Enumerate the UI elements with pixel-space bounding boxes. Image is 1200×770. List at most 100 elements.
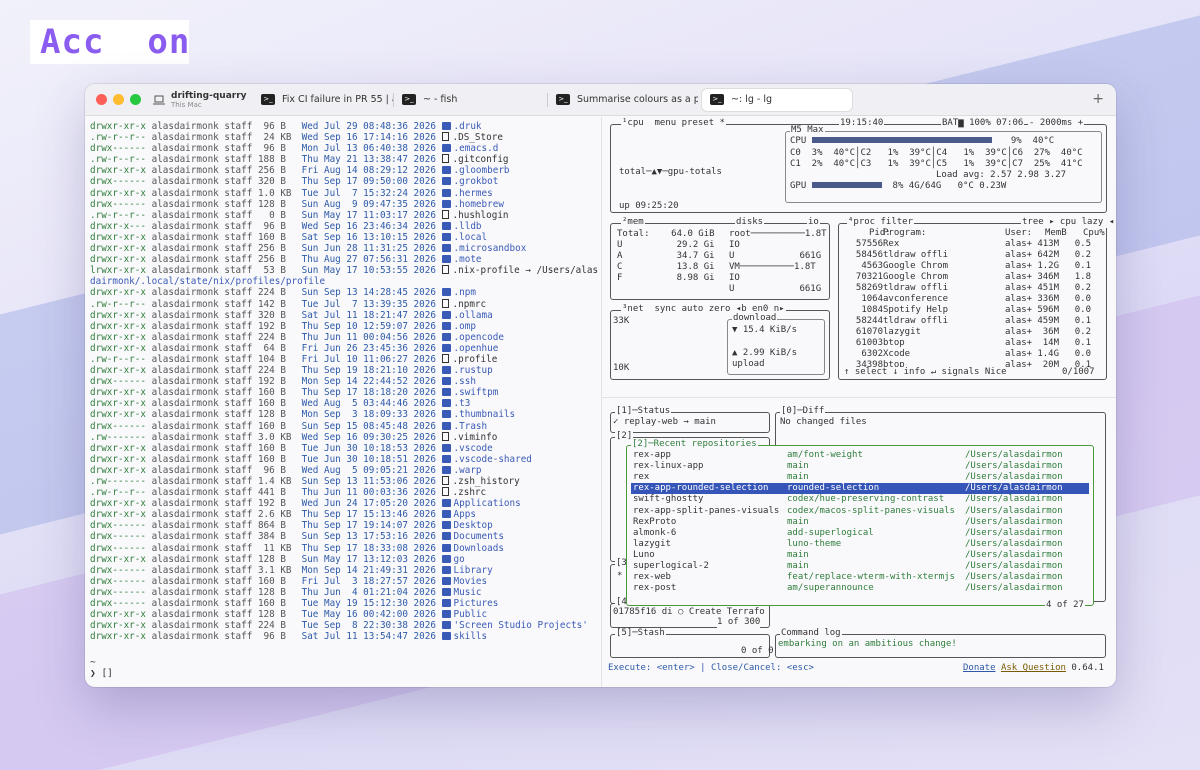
recent-repos-popup[interactable]: [2]─Recent repositories rex-app am/font-w…: [626, 439, 1094, 611]
tab-fish[interactable]: >_ ~ - fish: [394, 89, 547, 111]
repo-row[interactable]: rex-linux-app main/Users/alasdairmon: [631, 461, 1089, 472]
gpu-bar: [811, 182, 882, 188]
minimize-button[interactable]: [113, 94, 124, 105]
list-name[interactable]: .lldb: [454, 221, 482, 232]
tab-ci[interactable]: >_ Fix CI failure in PR 55 | ala: [253, 89, 393, 111]
repo-row[interactable]: rex-post am/superannounce/Users/alasdairm…: [631, 583, 1089, 594]
list-name[interactable]: .homebrew: [454, 199, 504, 210]
list-name[interactable]: .vscode: [454, 443, 493, 454]
donate-link[interactable]: Donate: [963, 663, 996, 673]
list-date: Thu Sep 17 09:50:00 2026: [301, 176, 436, 188]
list-name[interactable]: .swiftpm: [454, 387, 499, 398]
list-name[interactable]: Downloads: [454, 543, 504, 554]
list-name[interactable]: .nix-profile → /Users/alas: [453, 265, 599, 276]
lg-commits-panel[interactable]: [4] 01785f16 di ○ Create Terrafo 1 of 30…: [610, 597, 770, 629]
list-name[interactable]: Movies: [454, 576, 488, 587]
list-name[interactable]: .local: [454, 232, 488, 243]
lg-status-panel[interactable]: [1]─Status ✓ replay-web → main: [610, 406, 770, 433]
list-name[interactable]: .ollama: [454, 310, 493, 321]
list-name[interactable]: .microsandbox: [454, 243, 527, 254]
clock: 19:15:40: [839, 118, 885, 129]
list-name[interactable]: .rustup: [454, 365, 493, 376]
list-name[interactable]: .npmrc: [453, 299, 487, 310]
repo-row[interactable]: rex-app-split-panes-visuals codex/macos-s…: [631, 506, 1089, 517]
list-permissions: drwxr-xr-x: [90, 620, 146, 632]
proc-footer[interactable]: ↑ select ↓ info ↵ signals Nice: [843, 367, 1008, 378]
list-date: Mon Sep 3 18:09:33 2026: [301, 409, 436, 421]
repo-row[interactable]: rex main/Users/alasdairmon: [631, 472, 1089, 483]
list-name[interactable]: .gitconfig: [453, 154, 509, 165]
repo-row[interactable]: superlogical-2 main/Users/alasdairmon: [631, 561, 1089, 572]
list-name[interactable]: .thumbnails: [454, 409, 516, 420]
list-name[interactable]: .hushlogin: [453, 210, 509, 221]
list-date: Tue Jun 30 10:18:51 2026: [301, 453, 436, 465]
list-name[interactable]: .emacs.d: [454, 143, 499, 154]
proc-cell: 0.0: [1074, 305, 1091, 315]
proc-title[interactable]: ⁴proc filter: [847, 217, 915, 228]
repo-row[interactable]: rex-app-rounded-selection rounded-selecti…: [631, 483, 1089, 495]
list-permissions: drwxr-xr-x: [90, 287, 146, 299]
new-tab-button[interactable]: +: [1092, 91, 1104, 107]
repo-row[interactable]: Luno main/Users/alasdairmon: [631, 550, 1089, 561]
zoom-button[interactable]: [130, 94, 141, 105]
list-name[interactable]: .profile: [453, 354, 498, 365]
list-name[interactable]: Music: [454, 587, 482, 598]
list-name[interactable]: .omp: [454, 321, 476, 332]
list-date: Thu Aug 27 07:56:31 2026: [301, 254, 436, 266]
list-name[interactable]: .vscode-shared: [454, 454, 532, 465]
list-name[interactable]: Apps: [454, 509, 476, 520]
list-permissions: drwxr-xr-x: [90, 398, 146, 410]
proc-options[interactable]: tree ▸ cpu lazy ◂: [1021, 217, 1116, 228]
folder-icon: [441, 388, 451, 397]
folder-icon: [441, 443, 451, 452]
tab-colours[interactable]: >_ Summarise colours as a pi: [548, 89, 698, 111]
list-name[interactable]: Public: [454, 609, 488, 620]
list-name[interactable]: .ssh: [454, 376, 476, 387]
tab-lazygit[interactable]: >_ ~: lg - lg: [702, 88, 852, 111]
list-name[interactable]: .viminfo: [453, 432, 498, 443]
list-date: Sun Aug 9 09:47:35 2026: [301, 198, 436, 210]
list-name[interactable]: Documents: [454, 531, 504, 542]
folder-icon: [441, 122, 451, 130]
list-name[interactable]: .druk: [454, 121, 482, 132]
refresh-rate[interactable]: - 2000ms +: [1028, 118, 1085, 129]
list-name[interactable]: 'Screen Studio Projects': [454, 620, 588, 631]
list-name[interactable]: .Trash: [454, 421, 488, 432]
list-name[interactable]: .grokbot: [454, 176, 499, 187]
list-name[interactable]: Applications: [454, 498, 521, 509]
repo-row[interactable]: rex-web feat/replace-wterm-with-xtermjs/U…: [631, 572, 1089, 583]
proc-cell: 0.1: [1074, 338, 1091, 348]
list-name[interactable]: .t3: [454, 398, 471, 409]
repo-row[interactable]: lazygit luno-theme/Users/alasdairmon: [631, 539, 1089, 550]
list-name[interactable]: go: [454, 554, 465, 565]
folder-icon: [441, 421, 451, 430]
repo-row[interactable]: rex-app am/font-weight/Users/alasdairmon: [631, 450, 1089, 461]
list-name[interactable]: .npm: [454, 287, 476, 298]
mem-row: F 8.98 Gi: [617, 273, 715, 283]
list-name[interactable]: Library: [454, 565, 493, 576]
list-name[interactable]: .DS_Store: [453, 132, 503, 143]
list-permissions: drwx------: [90, 520, 146, 532]
repo-row[interactable]: swift-ghostty codex/hue-preserving-contra…: [631, 494, 1089, 505]
list-name[interactable]: skills: [454, 631, 488, 642]
repo-row[interactable]: almonk-6 add-superlogical/Users/alasdairm…: [631, 528, 1089, 539]
list-name[interactable]: Desktop: [454, 520, 493, 531]
list-name[interactable]: .warp: [454, 465, 482, 476]
list-name[interactable]: .opencode: [454, 332, 504, 343]
host-selector[interactable]: drifting-quarry This Mac: [153, 91, 253, 109]
proc-cell: Rex: [883, 239, 900, 249]
close-button[interactable]: [96, 94, 107, 105]
proc-cell: 346M: [1037, 272, 1059, 282]
list-name[interactable]: .hermes: [454, 188, 493, 199]
list-name[interactable]: .zshrc: [453, 487, 487, 498]
lg-stash-panel[interactable]: [5]─Stash 0 of 0: [610, 628, 774, 658]
list-name[interactable]: .gloomberb: [454, 165, 510, 176]
repo-row[interactable]: RexProto main/Users/alasdairmon: [631, 517, 1089, 528]
list-owner-size: alasdairmonk staff 160 B: [151, 387, 286, 399]
list-name[interactable]: .openhue: [454, 343, 499, 354]
list-name[interactable]: .zsh_history: [453, 476, 520, 487]
list-name[interactable]: Pictures: [454, 598, 499, 609]
ask-question-link[interactable]: Ask Question: [1001, 663, 1066, 673]
shell-prompt[interactable]: ~ ❯ []: [90, 657, 113, 679]
list-name[interactable]: .mote: [454, 254, 482, 265]
